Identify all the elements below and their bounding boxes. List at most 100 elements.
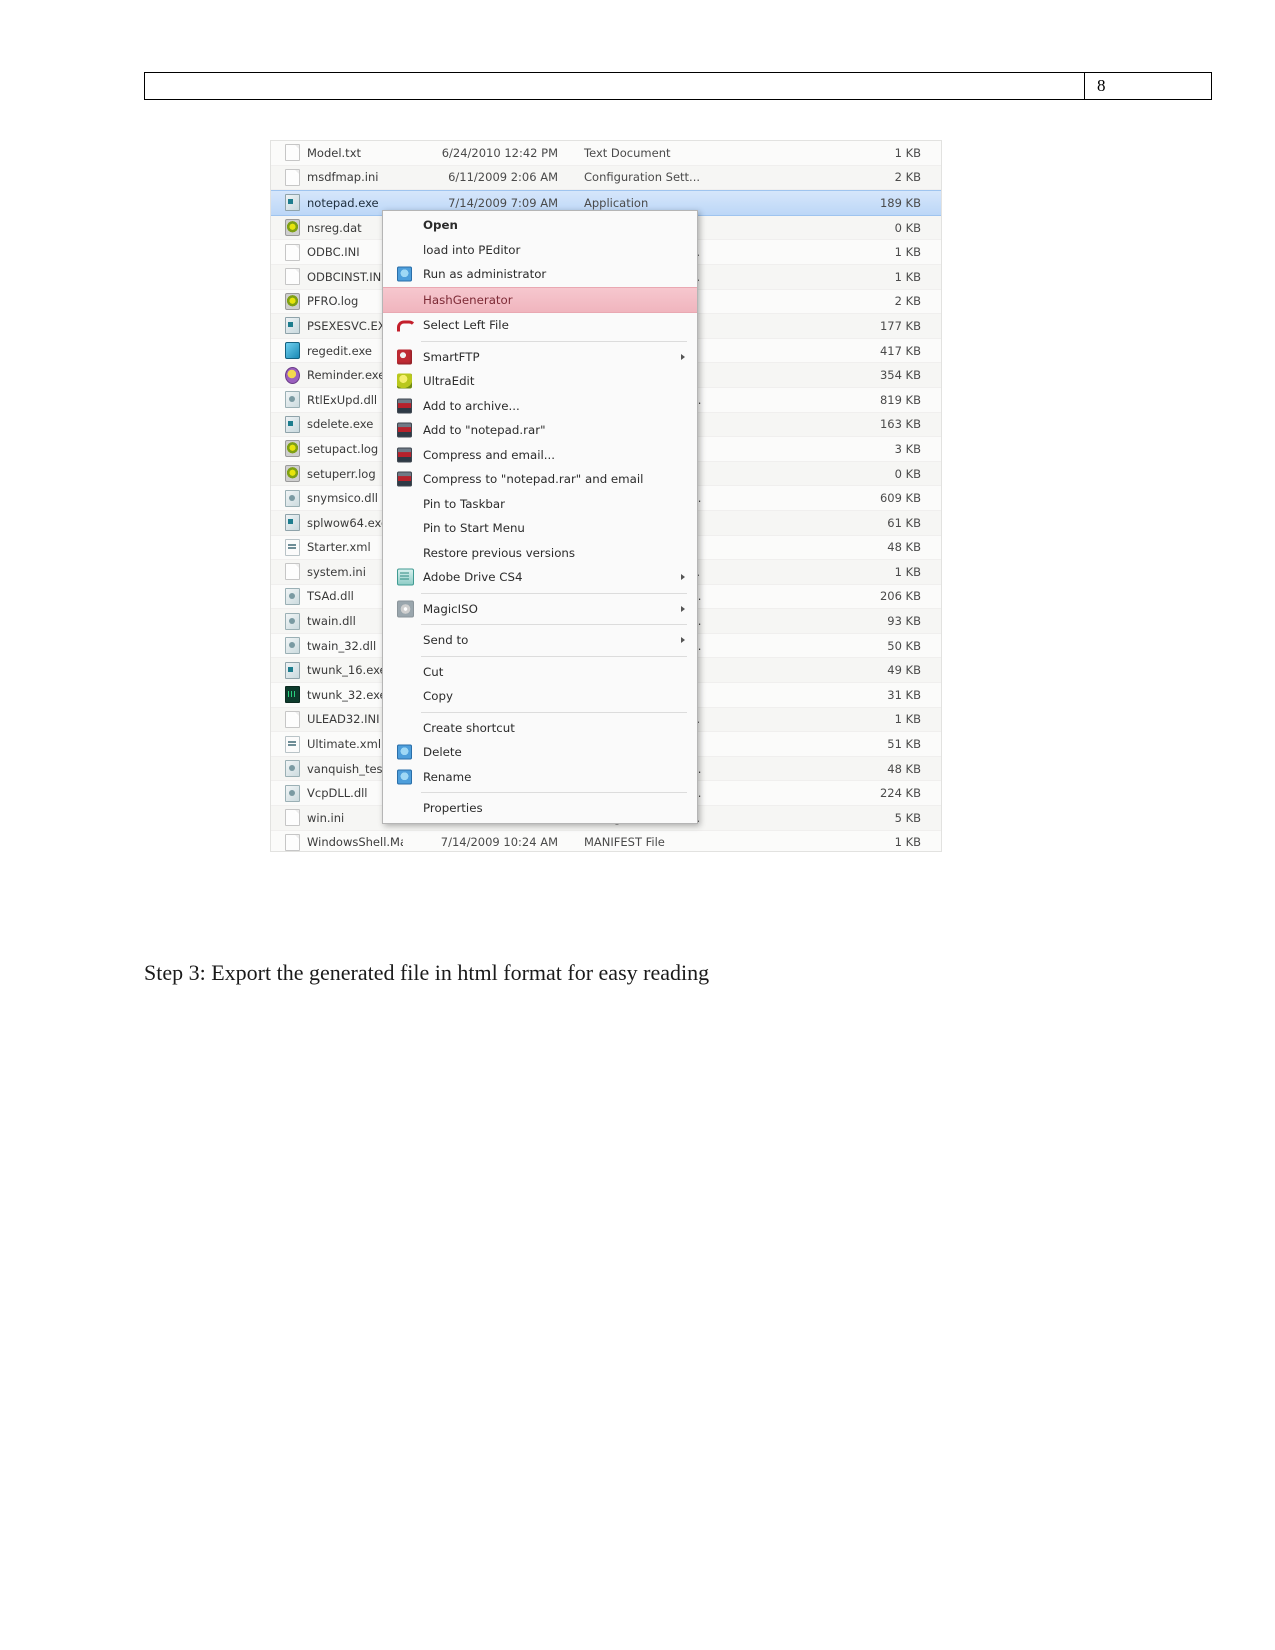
header-left-cell	[145, 73, 1085, 99]
text-file-icon	[285, 809, 300, 827]
menu-item-magiciso[interactable]: MagicISO	[383, 597, 697, 622]
file-size: 0 KB	[894, 466, 921, 481]
menu-item-copy[interactable]: Copy	[383, 684, 697, 709]
file-size: 3 KB	[894, 441, 921, 456]
file-size: 224 KB	[879, 786, 921, 801]
winrar-icon	[397, 422, 412, 438]
context-menu[interactable]: Open load into PEditor Run as administrato…	[382, 210, 698, 824]
file-size: 1 KB	[894, 712, 921, 727]
dll-icon	[285, 612, 300, 630]
menu-item-properties[interactable]: Properties	[383, 796, 697, 821]
menu-item-create-shortcut[interactable]: Create shortcut	[383, 716, 697, 741]
menu-item-rename[interactable]: Rename	[383, 765, 697, 790]
menu-item-label: Compress and email...	[423, 447, 556, 462]
menu-item-hashgenerator[interactable]: HashGenerator	[383, 286, 697, 313]
chevron-right-icon	[681, 605, 685, 612]
menu-item-cut[interactable]: Cut	[383, 660, 697, 685]
file-size: 189 KB	[879, 195, 921, 210]
exe-icon	[285, 661, 300, 679]
file-size: 93 KB	[887, 614, 921, 629]
menu-separator	[421, 340, 687, 342]
file-name: Model.txt	[307, 145, 362, 160]
text-file-icon	[285, 144, 300, 162]
chevron-right-icon	[681, 353, 685, 360]
menu-item-label: Adobe Drive CS4	[423, 570, 523, 585]
menu-item-send-to[interactable]: Send to	[383, 628, 697, 653]
menu-separator	[421, 624, 687, 625]
file-size: 50 KB	[887, 638, 921, 653]
menu-separator	[421, 711, 687, 713]
file-type: Configuration Sett...	[584, 170, 701, 185]
embedded-explorer-screenshot: Model.txt 6/24/2010 12:42 PM Text Document…	[271, 141, 941, 851]
file-row[interactable]: WindowsShell.Manifest 7/14/2009 10:24 AM M…	[271, 830, 941, 851]
menu-item-open[interactable]: Open	[383, 213, 697, 238]
file-row[interactable]: Model.txt 6/24/2010 12:42 PM Text Document…	[271, 141, 941, 166]
file-type: Application	[584, 195, 649, 210]
file-size: 417 KB	[879, 343, 921, 358]
menu-item-label: Pin to Taskbar	[423, 496, 505, 511]
menu-separator	[421, 792, 687, 793]
file-size: 0 KB	[894, 220, 921, 235]
menu-item-label: Properties	[423, 801, 483, 816]
twunk-icon	[285, 686, 300, 704]
menu-item-select-left-file[interactable]: Select Left File	[383, 313, 697, 338]
menu-item-restore-previous-versions[interactable]: Restore previous versions	[383, 541, 697, 566]
menu-item-run-as-administrator[interactable]: Run as administrator	[383, 262, 697, 287]
menu-item-label: UltraEdit	[423, 374, 475, 389]
log-file-icon	[285, 465, 300, 483]
file-name: notepad.exe	[307, 195, 379, 210]
menu-item-pin-to-start-menu[interactable]: Pin to Start Menu	[383, 516, 697, 541]
menu-item-pin-to-taskbar[interactable]: Pin to Taskbar	[383, 492, 697, 517]
dll-icon	[285, 489, 300, 507]
file-type: MANIFEST File	[584, 835, 665, 850]
menu-item-add-to-notepad-rar[interactable]: Add to "notepad.rar"	[383, 418, 697, 443]
log-file-icon	[285, 292, 300, 310]
exe-icon	[285, 317, 300, 335]
menu-item-compress-and-email[interactable]: Compress and email...	[383, 443, 697, 468]
menu-item-label: load into PEditor	[423, 242, 521, 257]
step-3-paragraph: Step 3: Export the generated file in htm…	[144, 960, 710, 985]
menu-item-label: Copy	[423, 689, 453, 704]
ultraedit-icon	[397, 373, 412, 389]
dll-icon	[285, 587, 300, 605]
menu-item-label: HashGenerator	[423, 292, 513, 307]
menu-item-label: Delete	[423, 745, 462, 760]
exe-icon	[285, 415, 300, 433]
menu-item-label: Send to	[423, 633, 469, 648]
file-size: 5 KB	[894, 810, 921, 825]
log-file-icon	[285, 440, 300, 458]
menu-item-add-to-archive[interactable]: Add to archive...	[383, 394, 697, 419]
file-size: 2 KB	[894, 170, 921, 185]
menu-item-adobe-drive-cs4[interactable]: Adobe Drive CS4	[383, 565, 697, 590]
menu-item-label: Run as administrator	[423, 267, 547, 282]
menu-item-load-into-peditor[interactable]: load into PEditor	[383, 238, 697, 263]
winrar-icon	[397, 447, 412, 463]
menu-item-label: Cut	[423, 664, 444, 679]
menu-item-label: Restore previous versions	[423, 545, 576, 560]
file-row[interactable]: msdfmap.ini 6/11/2009 2:06 AM Configuratio…	[271, 165, 941, 191]
reminder-icon	[285, 366, 300, 384]
file-size: 206 KB	[879, 589, 921, 604]
menu-item-label: Add to archive...	[423, 398, 520, 413]
file-size: 49 KB	[887, 663, 921, 678]
file-size: 819 KB	[879, 392, 921, 407]
menu-item-smartftp[interactable]: SmartFTP	[383, 345, 697, 370]
shield-icon	[397, 266, 412, 282]
text-file-icon	[285, 243, 300, 261]
menu-item-label: Open	[423, 218, 458, 233]
file-size: 61 KB	[887, 515, 921, 530]
xml-icon	[285, 735, 300, 753]
file-size: 48 KB	[887, 540, 921, 555]
menu-item-label: Compress to "notepad.rar" and email	[423, 472, 644, 487]
winrar-icon	[397, 471, 412, 487]
menu-item-label: Rename	[423, 769, 472, 784]
menu-item-label: Create shortcut	[423, 720, 515, 735]
file-size: 1 KB	[894, 269, 921, 284]
file-date-modified: 7/14/2009 7:09 AM	[448, 195, 558, 210]
dll-icon	[285, 391, 300, 409]
menu-item-delete[interactable]: Delete	[383, 740, 697, 765]
menu-item-compress-to-notepad-rar-and-email[interactable]: Compress to "notepad.rar" and email	[383, 467, 697, 492]
file-size: 1 KB	[894, 835, 921, 850]
menu-item-ultraedit[interactable]: UltraEdit	[383, 369, 697, 394]
file-name: WindowsShell.Manifest	[307, 835, 403, 850]
